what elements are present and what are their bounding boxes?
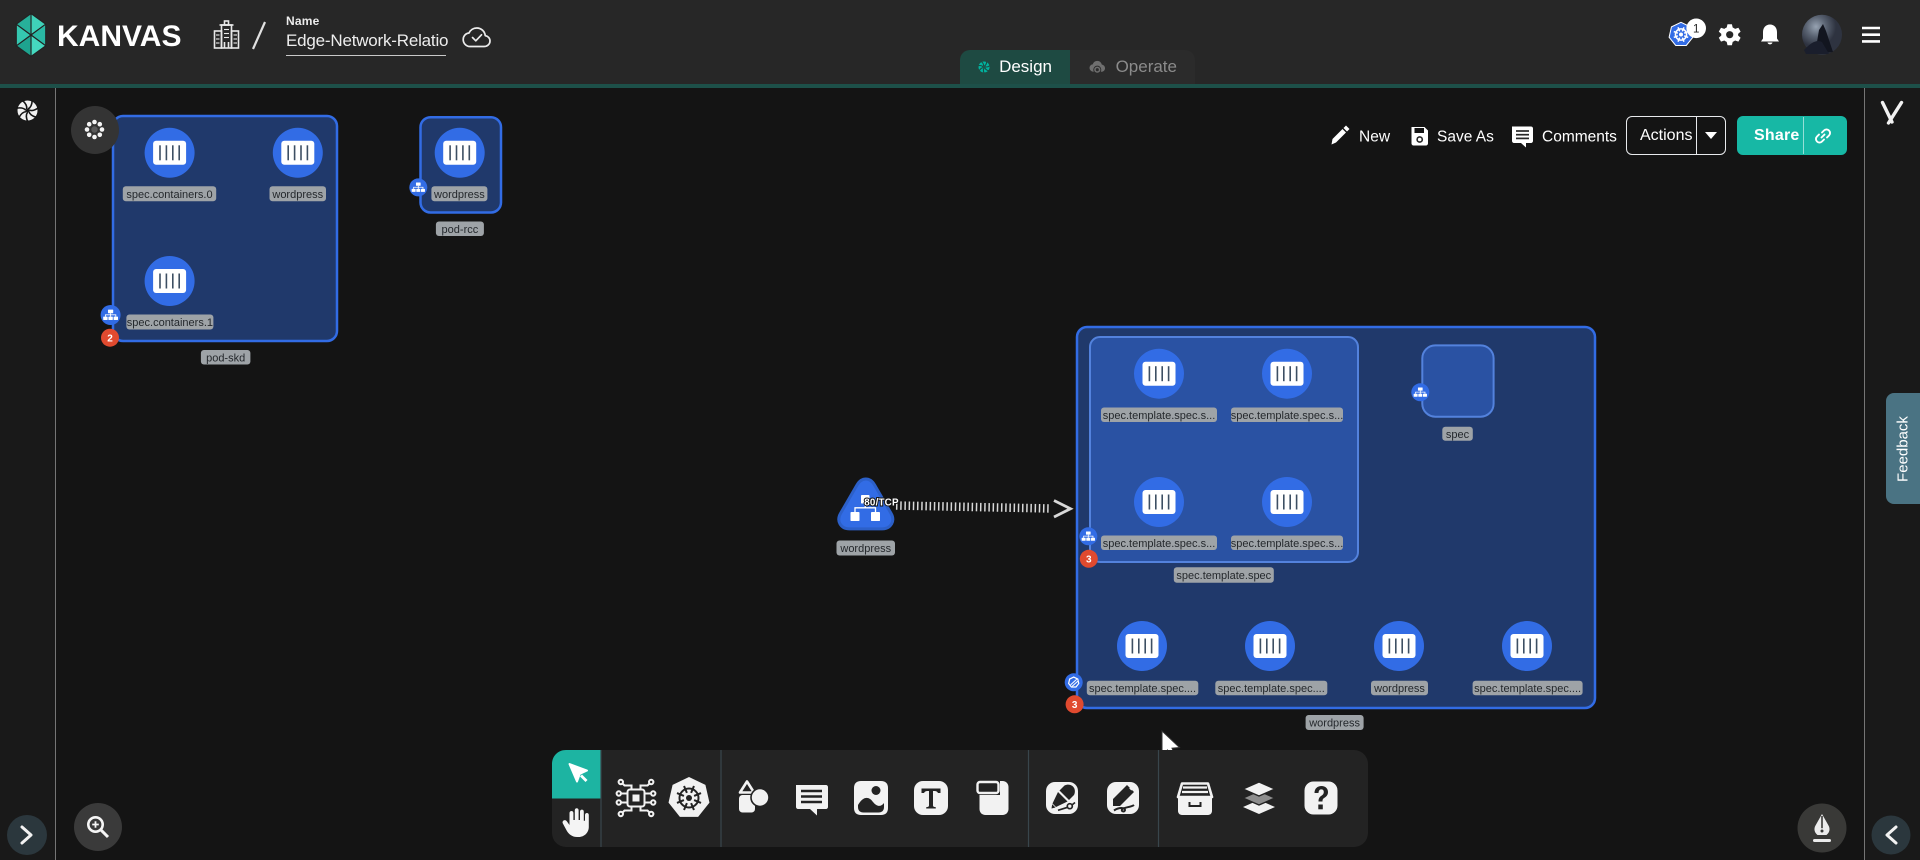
svg-text:3: 3: [1086, 555, 1092, 566]
svg-text:spec.template.spec....: spec.template.spec....: [1218, 683, 1325, 695]
svg-text:2: 2: [107, 334, 113, 345]
svg-text:Save As: Save As: [1437, 129, 1494, 146]
svg-text:pod-skd: pod-skd: [206, 352, 245, 364]
svg-text:80/TCP: 80/TCP: [864, 498, 899, 509]
svg-text:spec.template.spec.s...: spec.template.spec.s...: [1231, 410, 1344, 422]
svg-text:spec.containers.0: spec.containers.0: [126, 189, 212, 201]
svg-text:wordpress: wordpress: [1308, 718, 1360, 730]
svg-text:wordpress: wordpress: [433, 189, 485, 201]
svg-text:spec.template.spec.s...: spec.template.spec.s...: [1231, 538, 1344, 550]
svg-text:wordpress: wordpress: [839, 543, 891, 555]
svg-text:spec.template.spec.s...: spec.template.spec.s...: [1103, 410, 1216, 422]
svg-text:Comments: Comments: [1542, 129, 1617, 146]
svg-text:wordpress: wordpress: [271, 189, 323, 201]
svg-text:3: 3: [1072, 700, 1078, 711]
svg-text:New: New: [1359, 129, 1391, 146]
svg-text:spec: spec: [1446, 429, 1470, 441]
svg-text:spec.template.spec: spec.template.spec: [1176, 570, 1271, 582]
svg-text:spec.template.spec.s...: spec.template.spec.s...: [1103, 538, 1216, 550]
svg-text:wordpress: wordpress: [1373, 683, 1425, 695]
svg-text:spec.template.spec....: spec.template.spec....: [1089, 683, 1196, 695]
svg-text:pod-rcc: pod-rcc: [442, 224, 479, 236]
svg-text:spec.containers.1: spec.containers.1: [127, 317, 213, 329]
svg-text:spec.template.spec....: spec.template.spec....: [1474, 683, 1581, 695]
